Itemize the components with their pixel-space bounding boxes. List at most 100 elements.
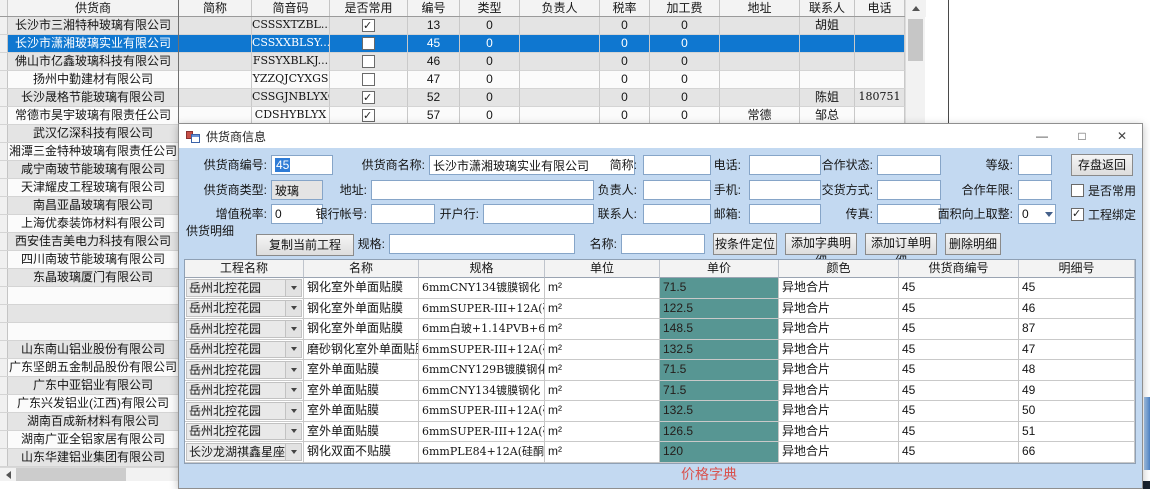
common-use-checkbox[interactable] [1071, 184, 1084, 197]
project-combo[interactable]: 岳州北控花园 [186, 361, 302, 379]
project-combo[interactable]: 岳州北控花园 [186, 382, 302, 400]
common-checkbox-cell[interactable] [330, 17, 408, 35]
supplier-list-row[interactable] [0, 323, 178, 341]
supplier-list-row[interactable]: 四川南玻节能玻璃有限公司 [0, 251, 178, 269]
supplier-list-row[interactable]: 山东华建铝业集团有限公司 [0, 449, 178, 467]
close-button[interactable]: ✕ [1102, 124, 1142, 148]
name-filter-input[interactable] [621, 234, 705, 254]
vertical-scrollbar[interactable] [905, 0, 925, 125]
detail-row[interactable]: 岳州北控花园室外单面贴膜6mmCNY129B镀膜钢化m²71.5异地合片4548 [185, 360, 1135, 381]
mobile-field[interactable] [749, 180, 821, 200]
project-combo-cell[interactable]: 长沙龙湖祺鑫星座 [185, 442, 304, 463]
common-checkbox-cell[interactable] [330, 53, 408, 71]
detail-row[interactable]: 岳州北控花园室外单面贴膜6mmSUPER-III+12A(硅...m²126.5… [185, 422, 1135, 443]
supplier-list-row[interactable]: 西安佳吉美电力科技有限公司 [0, 233, 178, 251]
coop-status-field[interactable] [877, 155, 941, 175]
supplier-table-row[interactable]: CSSSXTZBL...13000胡姐 [179, 17, 925, 35]
coop-years-field[interactable] [1018, 180, 1052, 200]
project-combo-cell[interactable]: 岳州北控花园 [185, 319, 304, 340]
common-checkbox[interactable] [362, 37, 375, 50]
detail-row[interactable]: 岳州北控花园钢化室外单面贴膜6mm白玻+1.14PVB+6mm...m²148.… [185, 319, 1135, 340]
supplier-list-row[interactable]: 扬州中勤建材有限公司 [0, 71, 178, 89]
supplier-list-row[interactable]: 上海优泰装饰材料有限公司 [0, 215, 178, 233]
combo-arrow-icon[interactable] [285, 342, 301, 358]
spec-filter-input[interactable] [389, 234, 575, 254]
supplier-list-row[interactable] [0, 287, 178, 305]
detail-column-header[interactable]: 单价 [660, 260, 779, 278]
common-checkbox[interactable] [362, 19, 375, 32]
maximize-button[interactable]: □ [1062, 124, 1102, 148]
detail-column-header[interactable]: 规格 [419, 260, 545, 278]
common-use-checkbox-group[interactable]: 是否常用 [1071, 180, 1136, 200]
supplier-list-row[interactable]: 广东坚朗五金制品股份有限公司 [0, 359, 178, 377]
combo-arrow-icon[interactable] [285, 280, 301, 296]
combo-arrow-icon[interactable] [285, 444, 301, 460]
supplier-column-header[interactable]: 供货商 [8, 0, 178, 16]
supplier-list-row[interactable]: 武汉亿深科技有限公司 [0, 125, 178, 143]
supplier-list-row[interactable]: 常德市昊宇玻璃有限责任公司 [0, 107, 178, 125]
combo-arrow-icon[interactable] [285, 383, 301, 399]
column-header-phone[interactable]: 电话 [855, 0, 905, 16]
project-combo[interactable]: 岳州北控花园 [186, 423, 302, 441]
scroll-up-button[interactable] [906, 0, 926, 17]
detail-column-header[interactable]: 单位 [545, 260, 660, 278]
project-combo[interactable]: 岳州北控花园 [186, 279, 302, 297]
column-header-tax[interactable]: 税率 [600, 0, 650, 16]
detail-row[interactable]: 岳州北控花园室外单面贴膜6mmCNY134镀膜钢化m²71.5异地合片4549 [185, 381, 1135, 402]
combo-arrow-icon[interactable] [285, 301, 301, 317]
dialog-titlebar[interactable]: 供货商信息 — □ ✕ [179, 124, 1142, 148]
project-combo-cell[interactable]: 岳州北控花园 [185, 299, 304, 320]
supplier-list-row[interactable]: 南昌亚晶玻璃有限公司 [0, 197, 178, 215]
add-order-button[interactable]: 添加订单明细 [865, 233, 937, 255]
common-checkbox[interactable] [362, 55, 375, 68]
combo-arrow-icon[interactable] [285, 403, 301, 419]
detail-row[interactable]: 岳州北控花园钢化室外单面贴膜6mmCNY134镀膜钢化m²71.5异地合片454… [185, 278, 1135, 299]
minimize-button[interactable]: — [1022, 124, 1062, 148]
vertical-scroll-thumb[interactable] [908, 19, 923, 61]
address-field[interactable] [371, 180, 594, 200]
detail-row[interactable]: 岳州北控花园磨砂钢化室外单面贴膜6mmSUPER-III+12A(硅...m²1… [185, 340, 1135, 361]
supplier-list-row[interactable]: 山东南山铝业股份有限公司 [0, 341, 178, 359]
common-checkbox-cell[interactable] [330, 89, 408, 107]
project-combo-cell[interactable]: 岳州北控花园 [185, 401, 304, 422]
common-checkbox[interactable] [362, 73, 375, 86]
column-header-code[interactable]: 简音码 [252, 0, 330, 16]
supplier-list-row[interactable]: 佛山市亿鑫玻璃科技有限公司 [0, 53, 178, 71]
horizontal-scrollbar[interactable] [0, 467, 178, 481]
supplier-list-row[interactable]: 长沙晟格节能玻璃有限公司 [0, 89, 178, 107]
column-header-abbr[interactable]: 简称 [179, 0, 252, 16]
supplier-list-row[interactable]: 天津耀皮工程玻璃有限公司 [0, 179, 178, 197]
supplier-table-row[interactable]: CSSGJNBLYXGS52000陈姐180751 [179, 89, 925, 107]
detail-column-header[interactable]: 工程名称 [185, 260, 304, 278]
detail-column-header[interactable]: 名称 [304, 260, 419, 278]
project-combo[interactable]: 岳州北控花园 [186, 402, 302, 420]
column-header-common[interactable]: 是否常用 [330, 0, 408, 16]
supplier-list-row[interactable]: 长沙市潇湘玻璃实业有限公司 [0, 35, 178, 53]
email-field[interactable] [749, 204, 821, 224]
supplier-table-row[interactable]: CSSXXBLSY...45000 [179, 35, 925, 53]
copy-project-button[interactable]: 复制当前工程 [256, 234, 354, 256]
supplier-table-row[interactable]: FSSYXBLKJ...46000 [179, 53, 925, 71]
project-bind-checkbox[interactable] [1071, 208, 1084, 221]
common-checkbox[interactable] [362, 91, 375, 104]
scroll-left-button[interactable] [0, 468, 16, 481]
common-checkbox-cell[interactable] [330, 35, 408, 53]
project-combo[interactable]: 岳州北控花园 [186, 341, 302, 359]
add-dict-button[interactable]: 添加字典明细 [785, 233, 857, 255]
bank-account-field[interactable] [371, 204, 435, 224]
supplier-list-row[interactable]: 湖南广亚全铝家居有限公司 [0, 431, 178, 449]
project-combo-cell[interactable]: 岳州北控花园 [185, 360, 304, 381]
column-header-fee[interactable]: 加工费 [650, 0, 720, 16]
supplier-list-row[interactable] [0, 305, 178, 323]
delivery-field[interactable] [877, 180, 941, 200]
project-combo-cell[interactable]: 岳州北控花园 [185, 278, 304, 299]
supplier-list-row[interactable]: 广东中亚铝业有限公司 [0, 377, 178, 395]
common-checkbox-cell[interactable] [330, 71, 408, 89]
column-header-no[interactable]: 编号 [408, 0, 460, 16]
combo-arrow-icon[interactable] [285, 321, 301, 337]
combo-arrow-icon[interactable] [285, 362, 301, 378]
supplier-no-field[interactable]: 45 [271, 155, 333, 175]
area-round-combo[interactable]: 0 [1018, 204, 1056, 224]
project-bind-checkbox-group[interactable]: 工程绑定 [1071, 204, 1136, 224]
supplier-list-row[interactable]: 长沙市三湘特种玻璃有限公司 [0, 17, 178, 35]
